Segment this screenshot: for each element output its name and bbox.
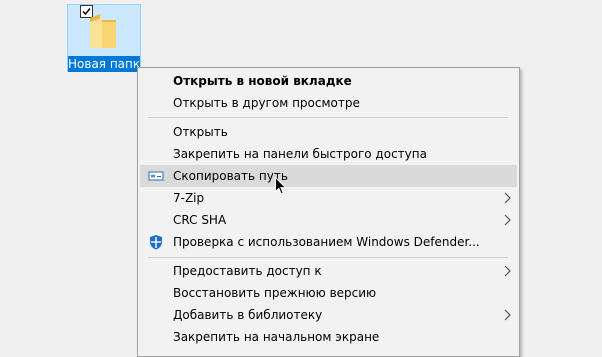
mouse-cursor-icon: [275, 177, 287, 195]
windows-defender-icon: [150, 235, 162, 250]
menu-item-open-new-tab[interactable]: Открыть в новой вкладке: [140, 70, 517, 92]
menu-separator: [148, 117, 508, 118]
menu-item-open[interactable]: Открыть: [140, 121, 517, 143]
menu-item-windows-defender[interactable]: Проверка с использованием Windows Defend…: [140, 231, 517, 253]
menu-item-pin-quick-access[interactable]: Закрепить на панели быстрого доступа: [140, 143, 517, 165]
menu-item-7zip[interactable]: 7-Zip: [140, 187, 517, 209]
context-menu: Открыть в новой вкладке Открыть в другом…: [137, 67, 520, 357]
chevron-right-icon: [504, 309, 511, 321]
menu-item-open-other-view[interactable]: Открыть в другом просмотре: [140, 92, 517, 114]
menu-separator: [148, 257, 508, 258]
desktop[interactable]: Новая папка Открыть в новой вкладке Откр…: [0, 0, 602, 357]
menu-item-pin-start[interactable]: Закрепить на начальном экране: [140, 326, 517, 348]
chevron-right-icon: [504, 214, 511, 226]
menu-item-share-access[interactable]: Предоставить доступ к: [140, 260, 517, 282]
folder-name-label[interactable]: Новая папка: [68, 56, 140, 72]
chevron-right-icon: [504, 265, 511, 277]
menu-item-crc-sha[interactable]: CRC SHA: [140, 209, 517, 231]
menu-item-restore-previous[interactable]: Восстановить прежнюю версию: [140, 282, 517, 304]
menu-item-add-to-library[interactable]: Добавить в библиотеку: [140, 304, 517, 326]
menu-item-copy-path[interactable]: Скопировать путь: [140, 165, 517, 187]
copy-path-icon: [148, 171, 164, 181]
folder-icon: [90, 14, 116, 48]
chevron-right-icon: [504, 192, 511, 204]
